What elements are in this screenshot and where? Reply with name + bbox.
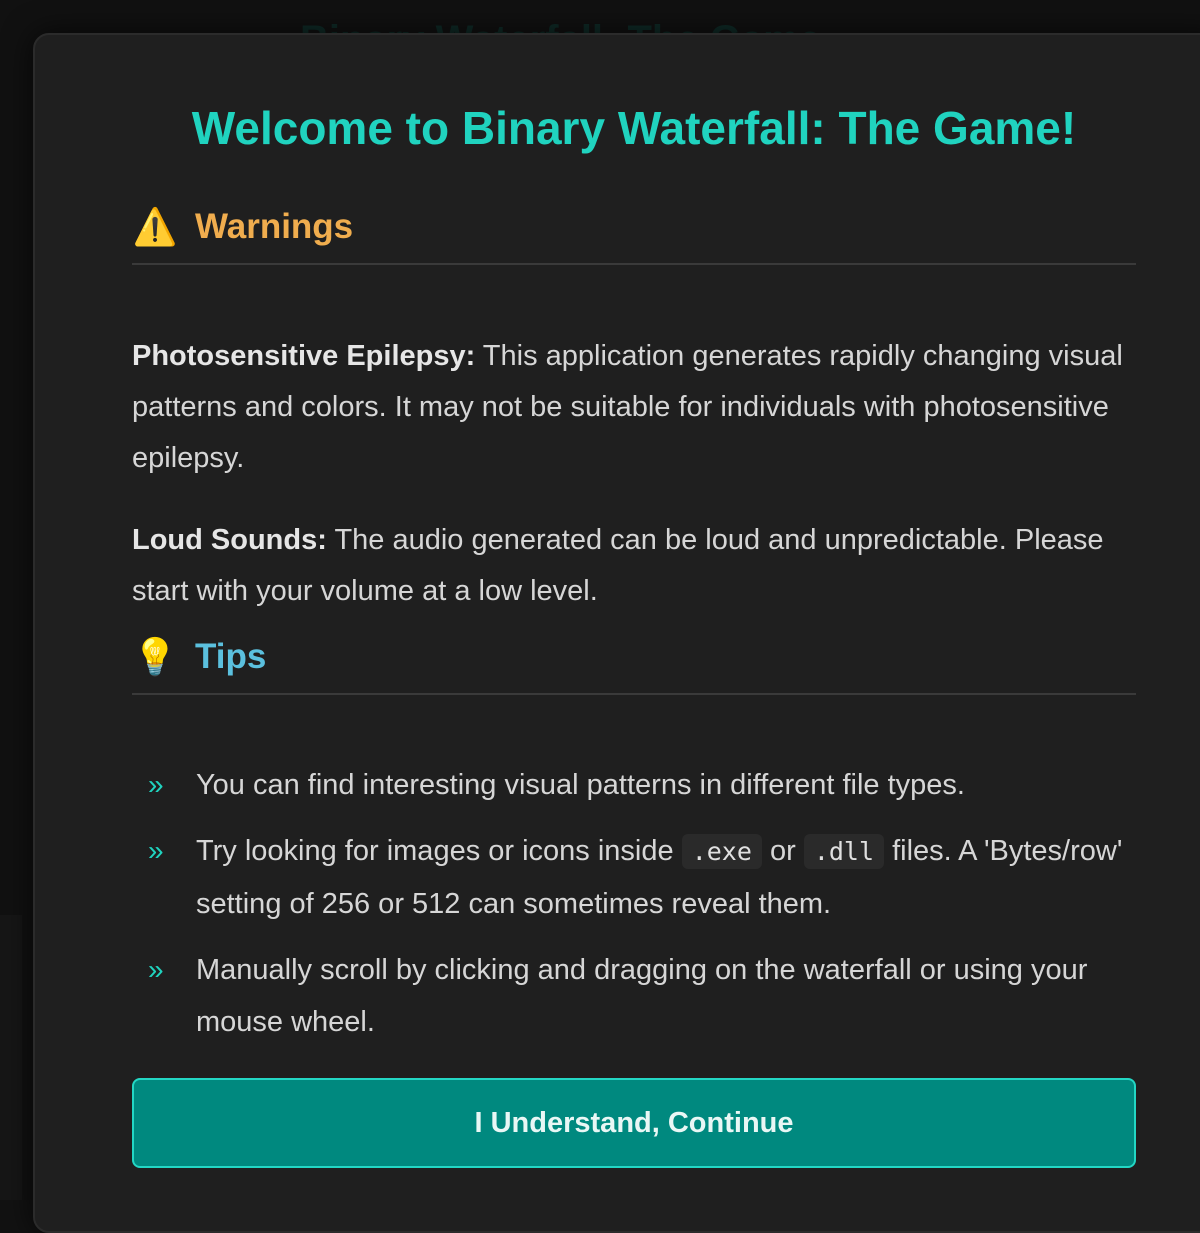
tip-text-before: Try looking for images or icons inside xyxy=(196,835,682,867)
modal-title: Welcome to Binary Waterfall: The Game! xyxy=(191,102,1077,154)
tip-item: » Manually scroll by clicking and draggi… xyxy=(132,944,1136,1048)
tip-text: You can find interesting visual patterns… xyxy=(196,769,965,801)
code-exe: .exe xyxy=(681,834,762,869)
warnings-heading: Warnings xyxy=(195,207,354,246)
tip-text-mid: or xyxy=(761,835,804,867)
warning-loud-sounds: Loud Sounds: The audio generated can be … xyxy=(132,515,1136,617)
tips-list: » You can find interesting visual patter… xyxy=(132,759,1136,1062)
warnings-header: ⚠️ Warnings xyxy=(132,199,1136,265)
tip-item: » You can find interesting visual patter… xyxy=(132,759,1136,811)
chevron-right-icon: » xyxy=(148,954,164,985)
warning-icon: ⚠️ xyxy=(132,206,178,247)
lightbulb-icon: 💡 xyxy=(132,636,178,677)
warning-loud-sounds-label: Loud Sounds: xyxy=(132,524,327,556)
tips-heading: Tips xyxy=(195,637,267,676)
code-dll: .dll xyxy=(803,834,885,869)
tip-item: » Try looking for images or icons inside… xyxy=(132,825,1136,930)
welcome-modal: Welcome to Binary Waterfall: The Game! ⚠… xyxy=(33,33,1200,1233)
warning-photosensitive: Photosensitive Epilepsy: This applicatio… xyxy=(132,331,1136,484)
chevron-right-icon: » xyxy=(148,835,164,866)
continue-button[interactable]: I Understand, Continue xyxy=(132,1078,1136,1168)
chevron-right-icon: » xyxy=(148,769,164,800)
warning-photosensitive-label: Photosensitive Epilepsy: xyxy=(132,340,476,372)
tip-text: Manually scroll by clicking and dragging… xyxy=(196,954,1088,1038)
tips-header: 💡 Tips xyxy=(132,629,1136,695)
background-panel xyxy=(0,915,22,1200)
